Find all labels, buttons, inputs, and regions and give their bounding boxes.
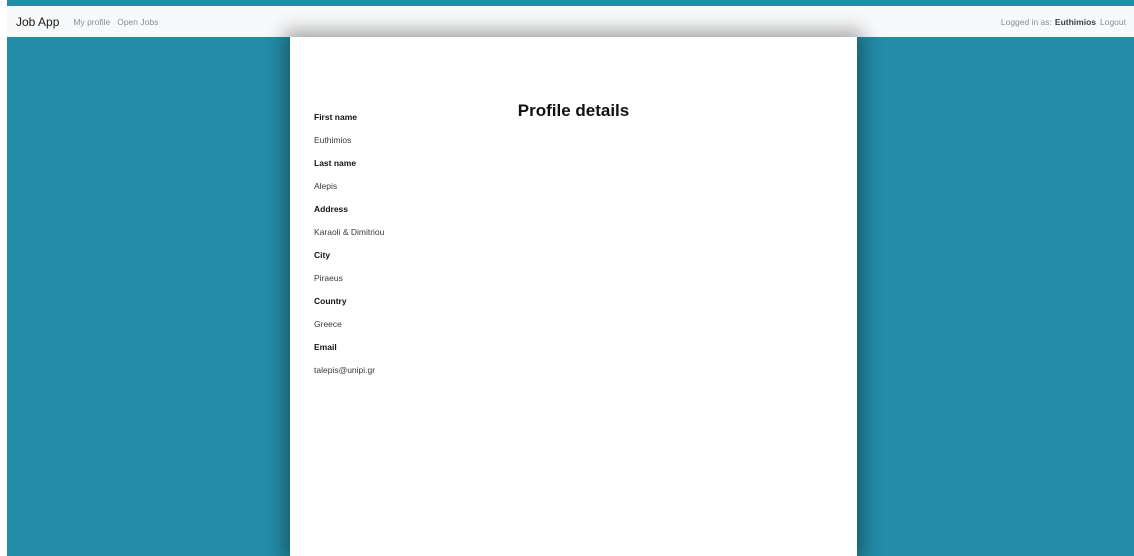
profile-card: Profile details First name Euthimios Las…	[290, 37, 857, 556]
field-label-last-name: Last name	[314, 158, 357, 168]
user-status: Logged in as: Euthimios Logout	[1001, 17, 1126, 27]
logged-in-prefix: Logged in as:	[1000, 16, 1052, 27]
top-navbar: Job App My profile Open Jobs Logged in a…	[7, 6, 1134, 37]
field-label-email: Email	[314, 342, 337, 352]
field-value-address: Karaoli & Dimitriou	[314, 227, 385, 237]
nav-link-my-profile[interactable]: My profile	[73, 17, 110, 27]
field-value-first-name: Euthimios	[314, 135, 352, 145]
nav-link-open-jobs[interactable]: Open Jobs	[117, 17, 158, 27]
field-value-last-name: Alepis	[314, 181, 338, 191]
brand-link[interactable]: Job App	[16, 15, 59, 29]
field-label-first-name: First name	[314, 112, 357, 122]
field-label-country: Country	[314, 296, 347, 306]
field-label-address: Address	[314, 204, 349, 214]
field-label-city: City	[314, 250, 331, 260]
logged-in-user-name: Euthimios	[1054, 16, 1096, 27]
field-value-city: Piraeus	[314, 273, 343, 283]
field-value-country: Greece	[314, 319, 342, 329]
page-title: Profile details	[517, 101, 630, 120]
logout-link[interactable]: Logout	[1100, 17, 1126, 27]
field-value-email: talepis@unipi.gr	[314, 365, 376, 375]
